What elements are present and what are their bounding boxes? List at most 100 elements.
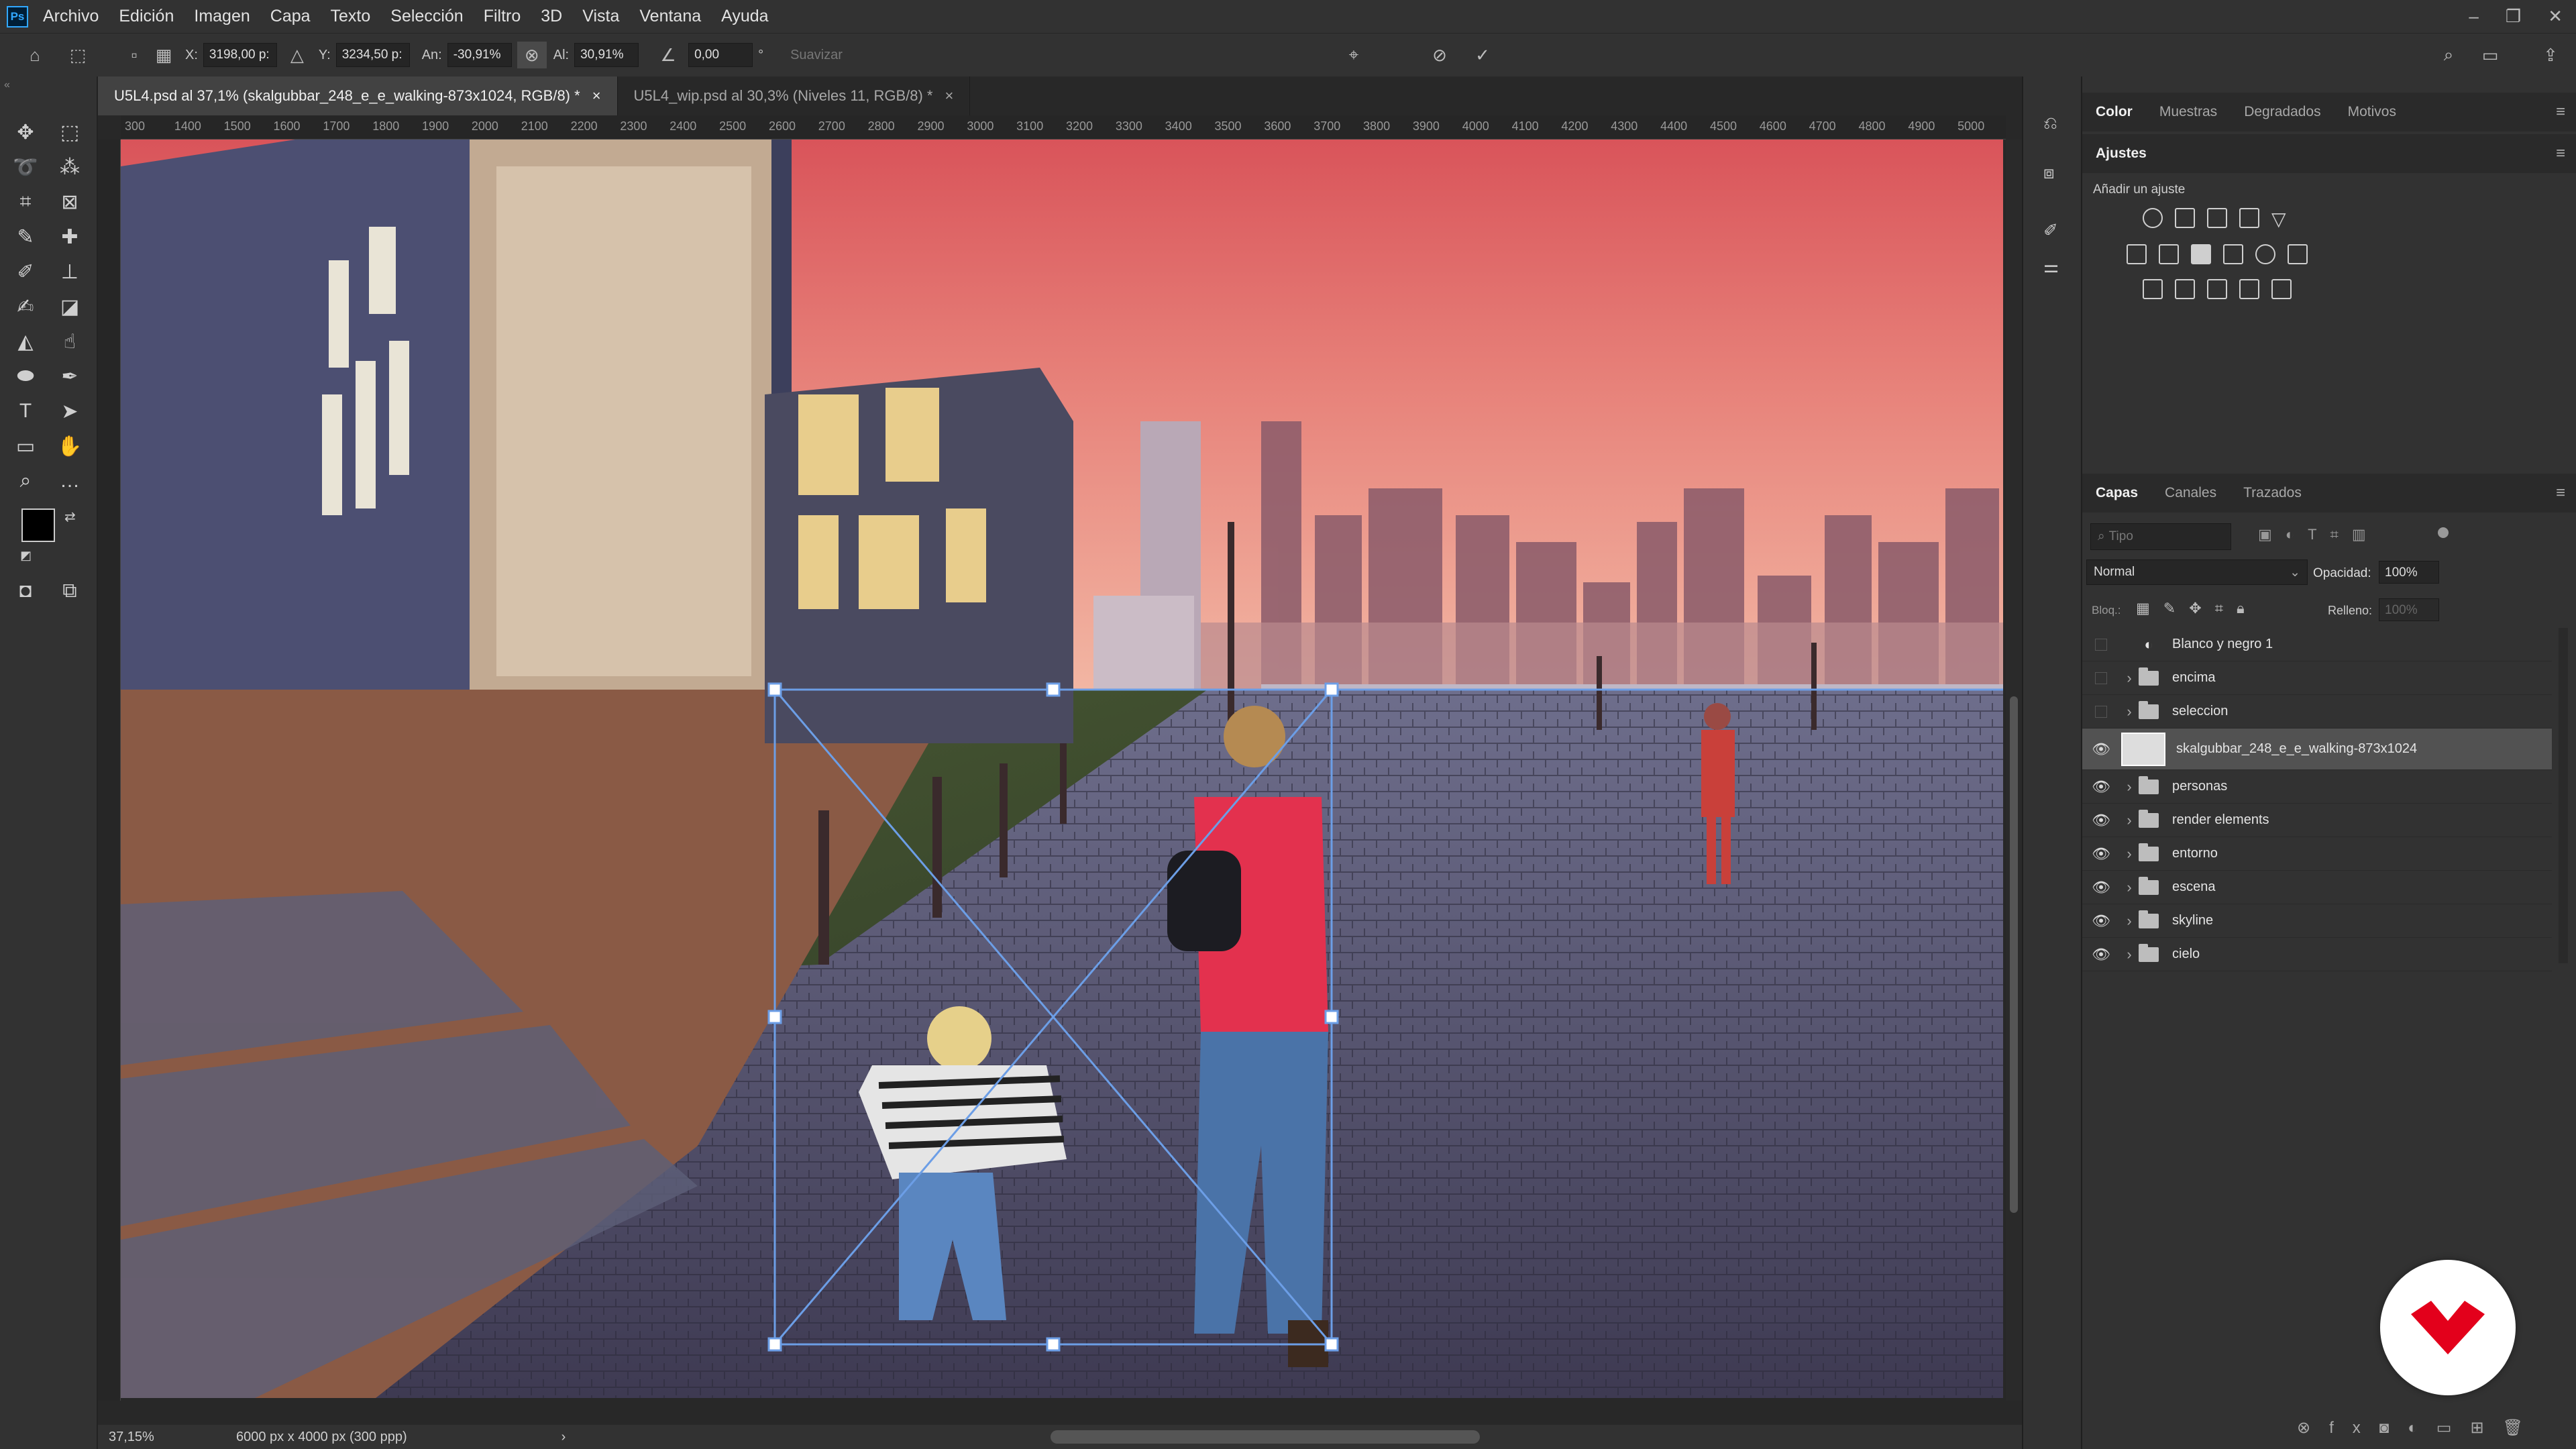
vibrance-icon[interactable]: ▽ [2271, 208, 2292, 229]
curves-icon[interactable] [2207, 208, 2227, 228]
tab-degradados[interactable]: Degradados [2231, 93, 2334, 131]
fill-field[interactable]: 100% [2379, 598, 2439, 621]
zoom-level[interactable]: 37,15% [109, 1430, 223, 1445]
chevron-right-icon[interactable]: › [2120, 812, 2139, 829]
gradient-map-icon[interactable] [2271, 279, 2292, 299]
tab-motivos[interactable]: Motivos [2334, 93, 2410, 131]
tab-canales[interactable]: Canales [2151, 474, 2230, 513]
minimize-icon[interactable]: – [2469, 6, 2478, 27]
magic-wand-icon[interactable]: ⁂ [51, 152, 89, 182]
menu-edicion[interactable]: Edición [119, 7, 174, 26]
blend-mode-select[interactable]: Normal ⌄ [2086, 559, 2308, 585]
close-tab-icon[interactable]: × [945, 87, 953, 105]
eye-icon[interactable]: 👁︎ [2082, 741, 2120, 758]
home-icon[interactable]: ⌂ [20, 42, 50, 68]
vertical-scroll-thumb[interactable] [2010, 696, 2018, 1213]
photo-filter-icon[interactable] [2223, 244, 2243, 264]
share-icon[interactable]: ⇪ [2536, 42, 2565, 68]
eye-icon[interactable]: 👁︎ [2082, 845, 2120, 863]
stamp-tool-icon[interactable]: ⊥ [51, 256, 89, 287]
posterize-icon[interactable] [2175, 279, 2195, 299]
transform-tool-icon[interactable]: ⬚ [63, 42, 93, 68]
tab-color[interactable]: Color [2082, 93, 2146, 131]
add-mask-icon[interactable]: ◙ [2379, 1419, 2408, 1437]
link-layers-icon[interactable]: ⊗ [2297, 1419, 2329, 1437]
healing-brush-icon[interactable]: ✚ [51, 221, 89, 252]
delta-icon[interactable]: △ [282, 42, 312, 68]
hand-tool-icon[interactable]: ✋ [51, 431, 89, 462]
cancel-transform-icon[interactable]: ⊘ [1425, 42, 1454, 68]
frame-tool-icon[interactable]: ⊠ [51, 186, 89, 217]
threshold-icon[interactable] [2207, 279, 2227, 299]
exposure-icon[interactable] [2239, 208, 2259, 228]
tab-u5l4-wip[interactable]: U5L4_wip.psd al 30,3% (Niveles 11, RGB/8… [618, 76, 971, 115]
layer-row[interactable]: 👁︎ › entorno [2082, 837, 2552, 871]
adjustments-strip-icon[interactable]: ⚌ [2043, 256, 2059, 277]
horizontal-scroll-thumb[interactable] [1051, 1430, 1480, 1444]
paint-bucket-icon[interactable]: ◭ [7, 326, 44, 357]
crop-tool-icon[interactable]: ⌗ [7, 186, 44, 217]
restore-icon[interactable]: ❐ [2506, 6, 2521, 27]
close-tab-icon[interactable]: × [592, 87, 601, 105]
chevron-right-icon[interactable]: › [2120, 703, 2139, 720]
tab-trazados[interactable]: Trazados [2230, 474, 2315, 513]
new-layer-icon[interactable]: ⊞ [2470, 1419, 2502, 1437]
chevron-right-icon[interactable]: › [2120, 669, 2139, 687]
selective-color-icon[interactable] [2239, 279, 2259, 299]
channel-mixer-icon[interactable] [2255, 244, 2275, 264]
invert-icon[interactable] [2143, 279, 2163, 299]
layer-row[interactable]: ◐ Blanco y negro 1 [2082, 628, 2552, 661]
search-icon[interactable]: ⌕ [2434, 42, 2463, 68]
width-field[interactable]: -30,91% [447, 43, 512, 67]
layer-row-selected[interactable]: 👁︎ skalgubbar_248_e_e_walking-873x1024 [2082, 729, 2552, 770]
eraser-icon[interactable]: ◪ [51, 291, 89, 322]
x-field[interactable]: 3198,00 p: [203, 43, 277, 67]
menu-capa[interactable]: Capa [270, 7, 311, 26]
chevron-right-icon[interactable]: › [2120, 879, 2139, 896]
eye-icon[interactable]: 👁︎ [2082, 912, 2120, 930]
levels-icon[interactable] [2175, 208, 2195, 228]
tab-ajustes[interactable]: Ajustes [2082, 134, 2160, 173]
pen-tool-icon[interactable]: ✒ [51, 361, 89, 392]
hue-saturation-icon[interactable] [2127, 244, 2147, 264]
panel-menu-icon[interactable]: ≡ [2556, 484, 2565, 502]
tab-capas[interactable]: Capas [2082, 474, 2151, 513]
tab-muestras[interactable]: Muestras [2146, 93, 2231, 131]
foreground-color-swatch[interactable] [21, 508, 55, 542]
new-adjustment-icon[interactable]: ◐ [2408, 1419, 2436, 1437]
menu-filtro[interactable]: Filtro [484, 7, 521, 26]
fx-icon[interactable]: fx [2329, 1419, 2379, 1437]
menu-texto[interactable]: Texto [331, 7, 371, 26]
layer-filter-icons[interactable]: ▣◐T⌗▥ [2258, 526, 2379, 543]
black-white-icon[interactable] [2191, 244, 2211, 264]
menu-3d[interactable]: 3D [541, 7, 562, 26]
document-size[interactable]: 6000 px x 4000 px (300 ppp) [236, 1430, 407, 1445]
smooth-checkbox[interactable]: Suavizar [790, 48, 843, 63]
layers-scrollbar[interactable] [2559, 628, 2568, 963]
path-selection-icon[interactable]: ➤ [51, 396, 89, 427]
swap-colors-icon[interactable]: ⇄ [64, 508, 76, 525]
tab-u5l4[interactable]: U5L4.psd al 37,1% (skalgubbar_248_e_e_wa… [98, 76, 618, 115]
eyedropper-icon[interactable]: ✎ [7, 221, 44, 252]
brightness-icon[interactable] [2143, 208, 2163, 228]
angle-field[interactable]: 0,00 [688, 43, 753, 67]
canvas-area[interactable] [121, 140, 2006, 1401]
close-window-icon[interactable]: ✕ [2548, 6, 2563, 27]
link-icon[interactable]: ⊗ [517, 42, 547, 68]
layer-row[interactable]: › encima [2082, 661, 2552, 695]
history-brush-icon[interactable]: ✍ [7, 291, 44, 322]
eye-icon[interactable]: 👁︎ [2082, 778, 2120, 796]
color-balance-icon[interactable] [2159, 244, 2179, 264]
brush-settings-icon[interactable]: ✐ [2043, 220, 2058, 241]
color-lookup-icon[interactable] [2288, 244, 2308, 264]
eye-icon[interactable]: 👁︎ [2082, 946, 2120, 963]
layer-row[interactable]: 👁︎ › skyline [2082, 904, 2552, 938]
dodge-tool-icon[interactable]: ⬬ [7, 361, 44, 392]
panel-menu-icon[interactable]: ≡ [2556, 144, 2565, 163]
reference-point-icon[interactable]: ▫ [119, 42, 149, 68]
type-tool-icon[interactable]: T [7, 396, 44, 427]
filter-toggle-icon[interactable] [2438, 527, 2449, 538]
layer-row[interactable]: 👁︎ › escena [2082, 871, 2552, 904]
eye-icon[interactable]: 👁︎ [2082, 812, 2120, 829]
delete-layer-icon[interactable]: 🗑︎ [2503, 1419, 2542, 1437]
